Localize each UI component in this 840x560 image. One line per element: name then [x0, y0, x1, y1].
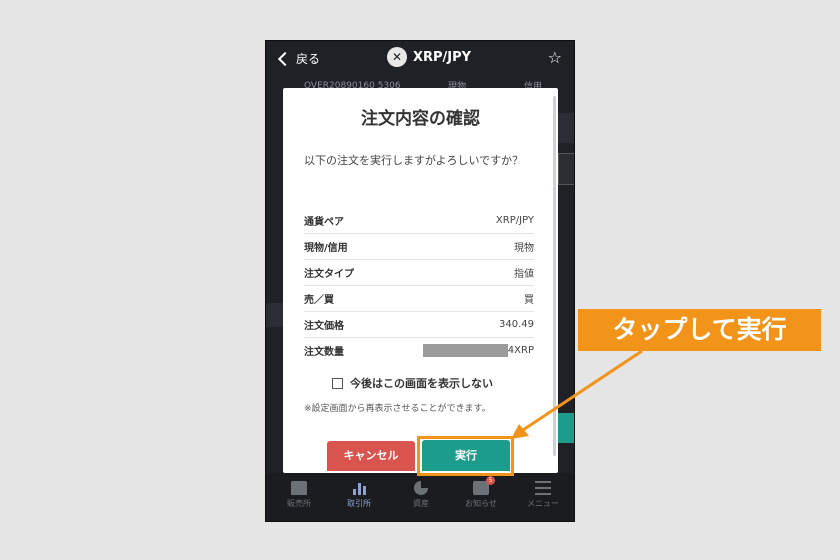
callout-arrow: [511, 349, 643, 439]
callout-label: タップして実行: [578, 309, 821, 351]
